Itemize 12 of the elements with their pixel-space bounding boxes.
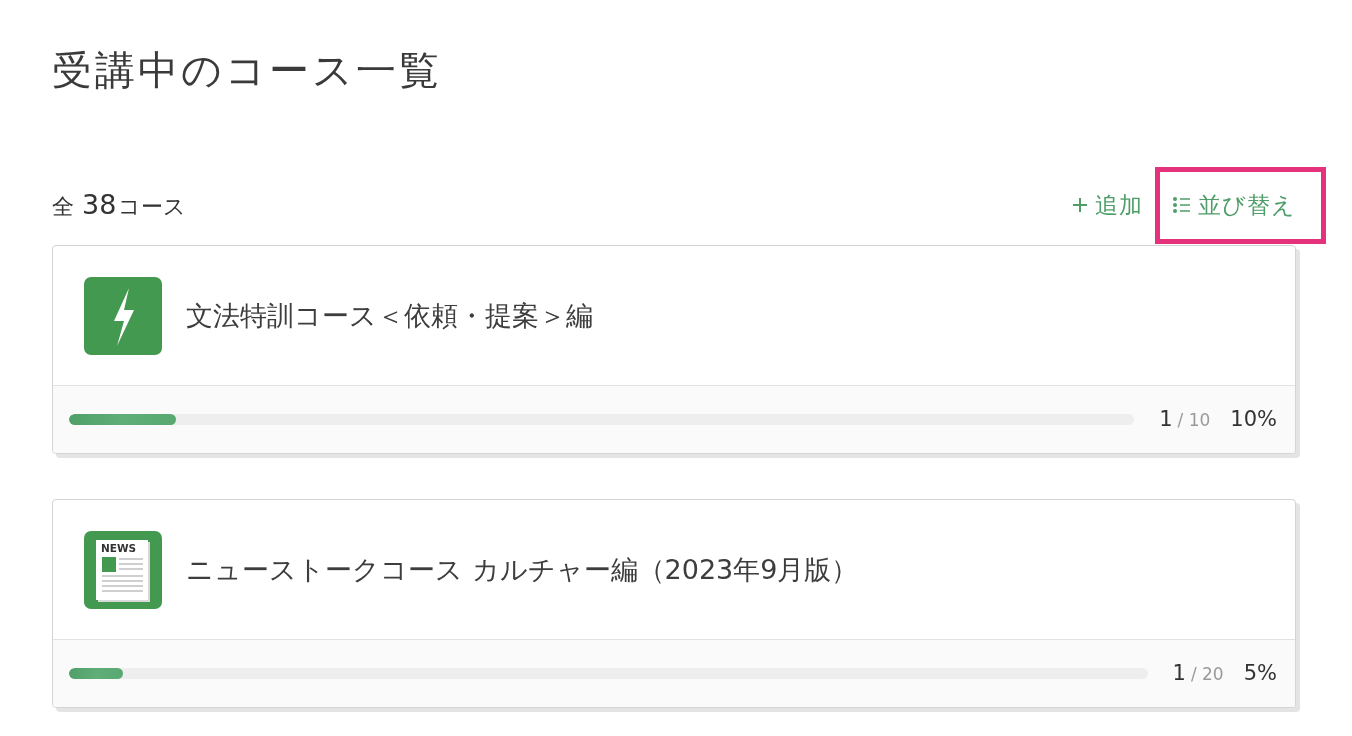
progress-percent: 10%	[1230, 405, 1277, 433]
list-icon	[1173, 197, 1190, 213]
course-count: 全 38 コース	[52, 187, 187, 222]
lesson-count: 1 / 20	[1172, 659, 1224, 687]
plus-icon	[1073, 198, 1087, 212]
course-title[interactable]: ニューストークコース カルチャー編（2023年9月版）	[186, 553, 859, 587]
lesson-count: 1 / 10	[1159, 405, 1211, 433]
newspaper-icon: NEWS	[84, 531, 162, 609]
lightning-icon	[84, 277, 162, 355]
progress-percent: 5%	[1243, 659, 1277, 687]
page-title: 受講中のコース一覧	[52, 46, 442, 94]
course-title[interactable]: 文法特訓コース＜依頼・提案＞編	[186, 299, 593, 333]
